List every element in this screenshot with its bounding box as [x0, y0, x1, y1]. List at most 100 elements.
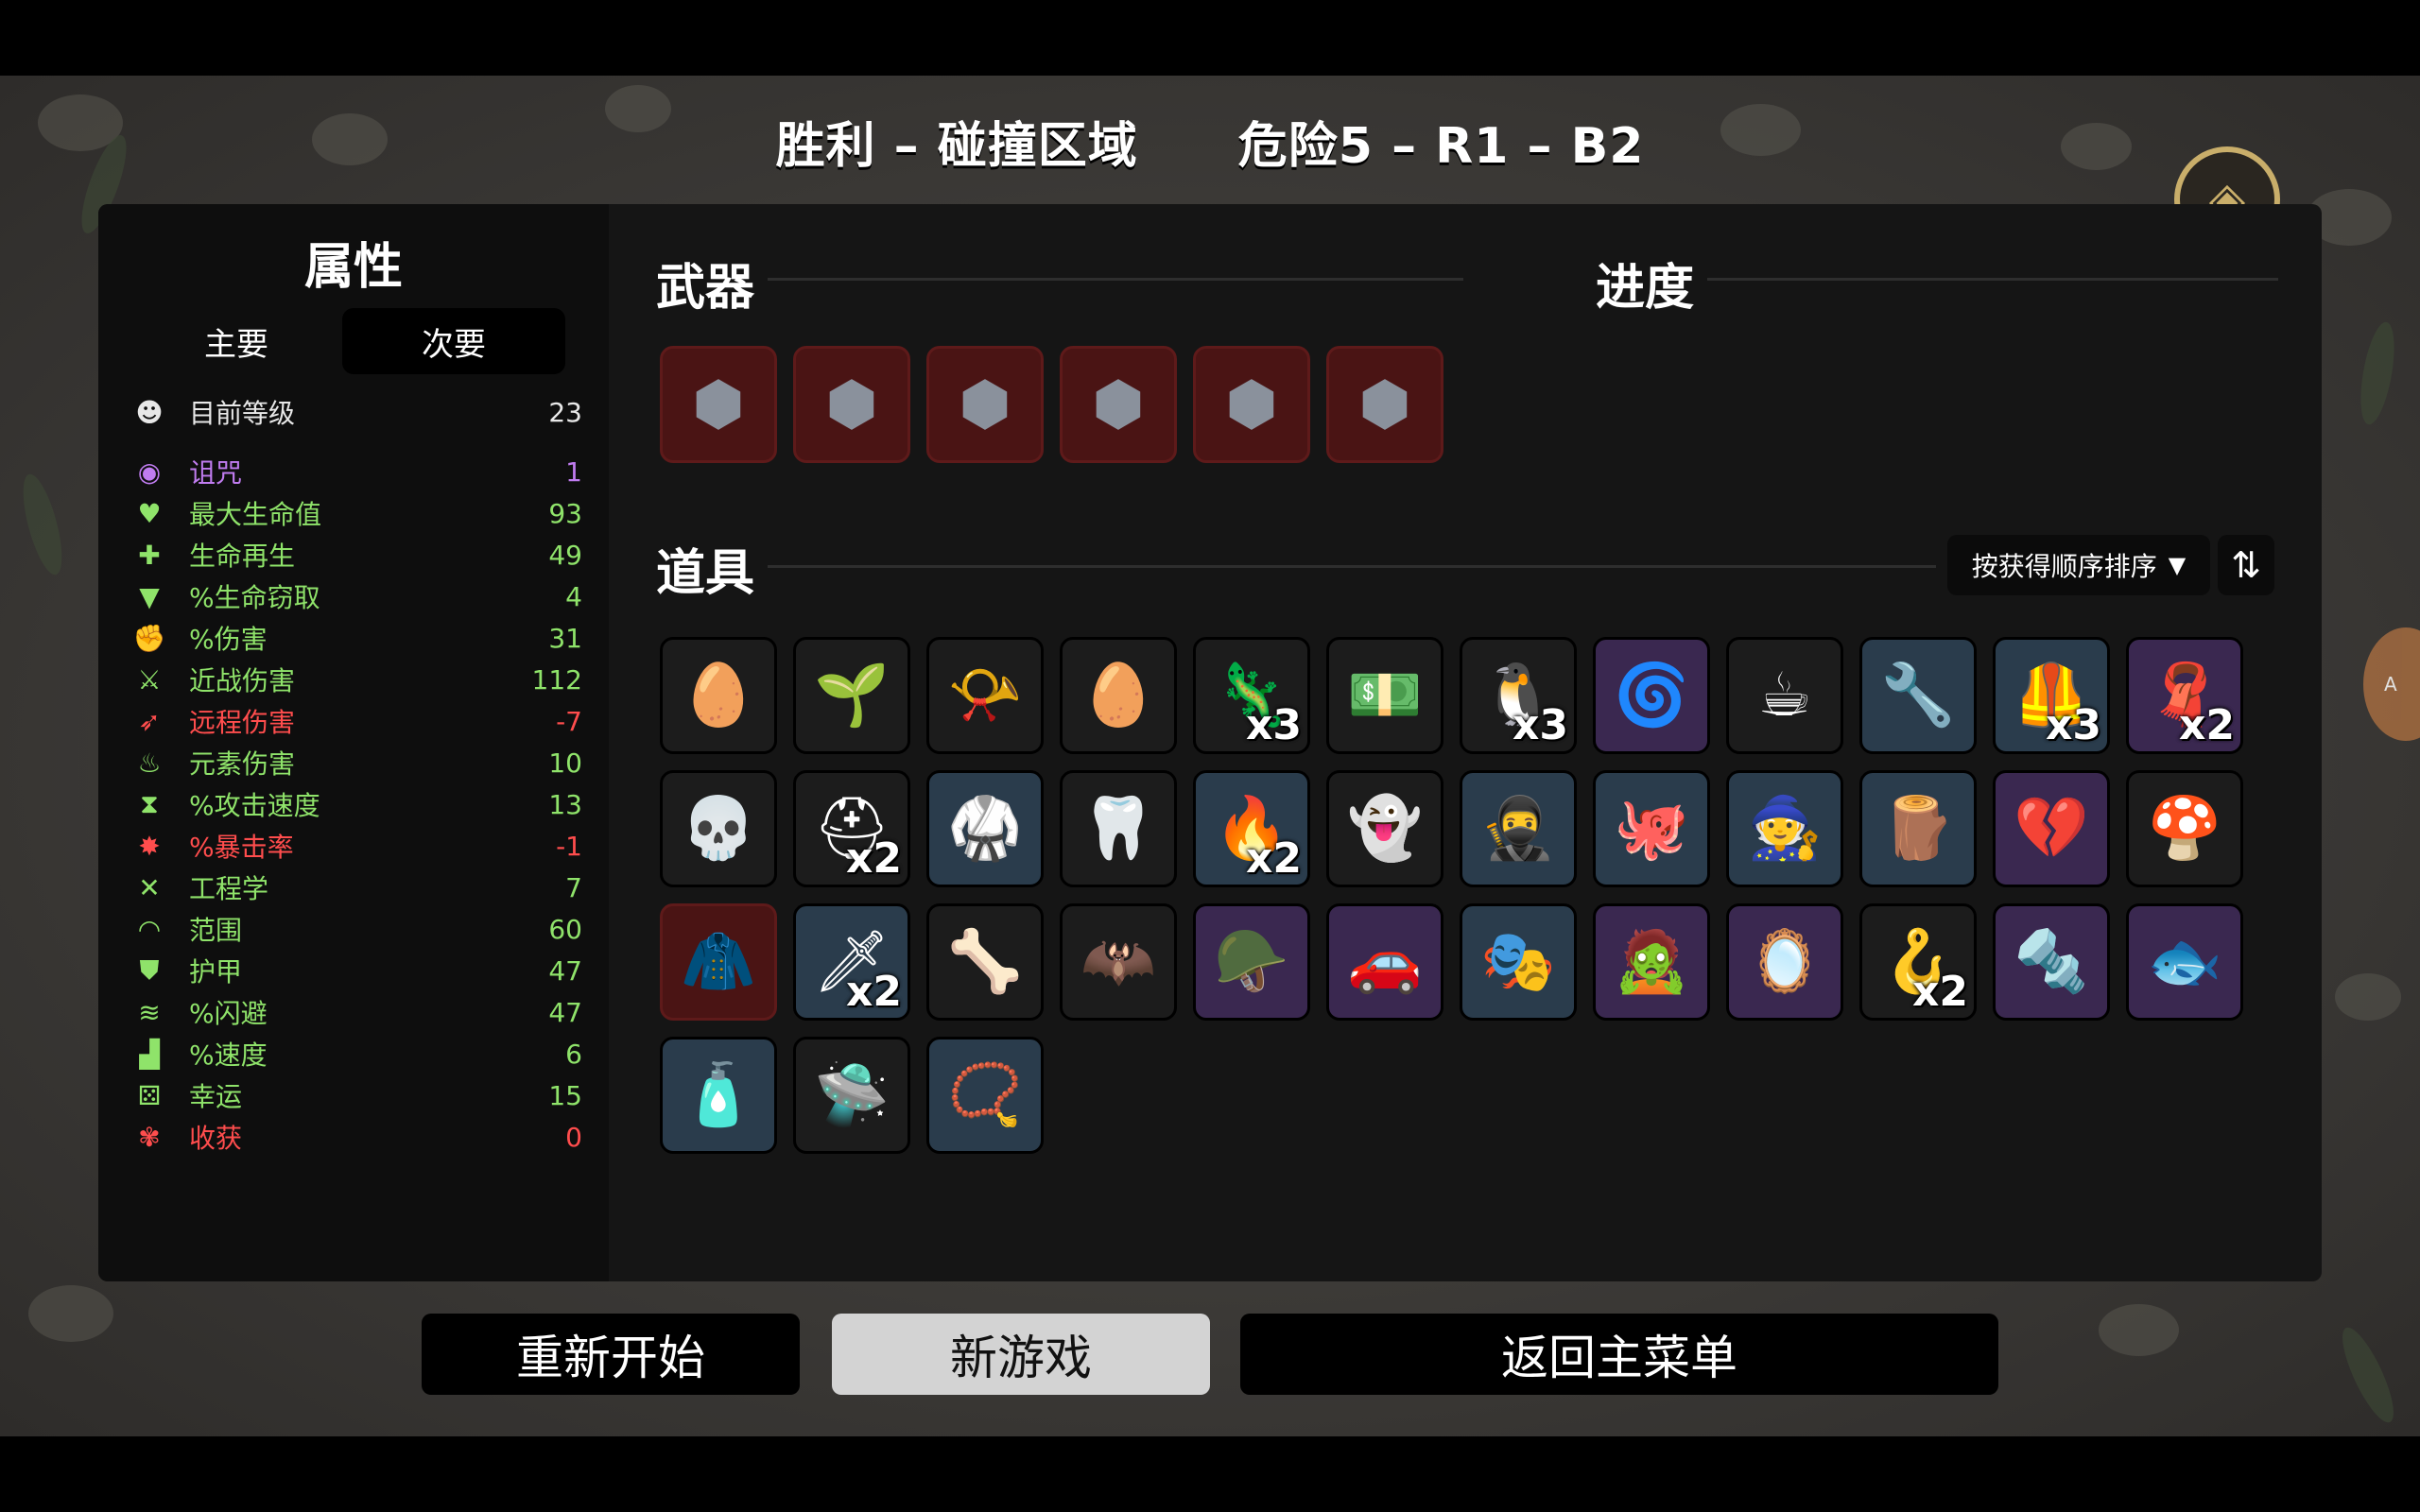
sort-order-select[interactable]: 按获得顺序排序 ▼	[1947, 535, 2210, 595]
stat-value: 47	[548, 996, 582, 1028]
stat-row: ▟ %速度 6	[132, 1034, 582, 1074]
item-count-badge: x2	[1246, 834, 1302, 883]
stat-row: ♥ 最大生命值 93	[132, 493, 582, 533]
stat-value: 93	[548, 497, 582, 529]
item-slot[interactable]: 👻	[1326, 770, 1443, 887]
black-belt-icon: 🥋	[947, 794, 1023, 864]
item-slot[interactable]: 💀	[660, 770, 777, 887]
stat-value: 49	[548, 539, 582, 571]
item-slot[interactable]: 🦴	[926, 903, 1044, 1021]
item-slot[interactable]: 🦺 x3	[1993, 637, 2110, 754]
item-slot[interactable]: ⛑ x2	[793, 770, 910, 887]
stat-value: 1	[565, 455, 582, 488]
fangs-icon: ▼	[139, 580, 160, 612]
stat-name: %速度	[189, 1040, 268, 1071]
item-slot[interactable]: 📿	[926, 1037, 1044, 1154]
item-slot[interactable]: 🔥 x2	[1193, 770, 1310, 887]
items-heading: 道具	[656, 545, 755, 602]
item-count-badge: x3	[2046, 701, 2101, 749]
gold-mask-icon: 🎭	[1480, 927, 1556, 997]
item-slot[interactable]: 🪝 x2	[1859, 903, 1977, 1021]
item-slot[interactable]: 🥋	[926, 770, 1044, 887]
sort-direction-toggle[interactable]: ⇅	[2218, 535, 2274, 595]
item-slot[interactable]: 🍄	[2126, 770, 2243, 887]
weapon-slot[interactable]: ⬢	[926, 346, 1044, 463]
item-slot[interactable]: 🔧	[1859, 637, 1977, 754]
dice-icon: ⚄	[137, 1079, 162, 1111]
restart-button[interactable]: 重新开始	[422, 1314, 800, 1395]
egg-mustache-icon: 🥚	[681, 661, 756, 730]
main-menu-button[interactable]: 返回主菜单	[1240, 1314, 1998, 1395]
goat-skull-icon: 💀	[681, 794, 756, 864]
screw-icon: 🔩	[2014, 927, 2089, 997]
ninja-ball-icon: 🥷	[1480, 794, 1556, 864]
item-slot[interactable]: 🦎 x3	[1193, 637, 1310, 754]
stat-row: ✸ %暴击率 -1	[132, 826, 582, 866]
item-count-badge: x3	[1246, 701, 1302, 749]
weapon-slot[interactable]: ⬢	[660, 346, 777, 463]
weapons-divider	[768, 278, 1463, 281]
tab-main-stats[interactable]: 主要	[125, 308, 348, 374]
item-slot[interactable]: 💔	[1993, 770, 2110, 887]
tab-secondary-stats[interactable]: 次要	[342, 308, 565, 374]
rock-weapon-icon: ⬢	[1225, 369, 1278, 439]
item-slot[interactable]: 🛸	[793, 1037, 910, 1154]
item-slot[interactable]: 🦷	[1060, 770, 1177, 887]
stats-heading: 属性	[303, 239, 403, 296]
weapons-heading: 武器	[656, 260, 755, 317]
item-slot[interactable]: 🔩	[1993, 903, 2110, 1021]
item-slot[interactable]: 🚗	[1326, 903, 1443, 1021]
top-black-bar	[0, 0, 2420, 76]
weapon-slot[interactable]: ⬢	[1193, 346, 1310, 463]
item-slot[interactable]: 🐙	[1593, 770, 1710, 887]
item-slot[interactable]: 🧙	[1726, 770, 1843, 887]
item-slot[interactable]: 🌀	[1593, 637, 1710, 754]
item-slot[interactable]: 🪵	[1859, 770, 1977, 887]
stat-name: 目前等级	[189, 398, 296, 429]
stat-name: 护甲	[189, 956, 243, 988]
weapon-slot[interactable]: ⬢	[793, 346, 910, 463]
rock-weapon-icon: ⬢	[1358, 369, 1411, 439]
item-slot[interactable]: 🧟	[1593, 903, 1710, 1021]
item-slot[interactable]: 🧴	[660, 1037, 777, 1154]
items-divider	[768, 565, 1936, 568]
item-slot[interactable]: 🎭	[1460, 903, 1577, 1021]
item-slot[interactable]: 🦇	[1060, 903, 1177, 1021]
red-cape-icon: 🧥	[681, 927, 756, 997]
weapon-slot[interactable]: ⬢	[1060, 346, 1177, 463]
bat-icon: 🦇	[1080, 927, 1156, 997]
boot-icon: ▟	[139, 1038, 160, 1070]
item-slot[interactable]: 📯	[926, 637, 1044, 754]
item-slot[interactable]: 🥚	[660, 637, 777, 754]
item-slot[interactable]: 🐧 x3	[1460, 637, 1577, 754]
stat-value: 23	[548, 396, 582, 428]
stat-name: %暴击率	[189, 832, 294, 863]
mushroom-icon: 🍄	[2147, 794, 2222, 864]
hourglass-icon: ⧗	[140, 788, 159, 819]
item-slot[interactable]: 🥚	[1060, 637, 1177, 754]
new-game-button[interactable]: 新游戏	[832, 1314, 1210, 1395]
item-slot[interactable]: ☕	[1726, 637, 1843, 754]
item-slot[interactable]: 🌱	[793, 637, 910, 754]
item-slot[interactable]: 🥷	[1460, 770, 1577, 887]
stat-name: 最大生命值	[189, 499, 322, 530]
item-slot[interactable]: 🧥	[660, 903, 777, 1021]
zombie-head-icon: 🧟	[1614, 927, 1689, 997]
item-slot[interactable]: 💵	[1326, 637, 1443, 754]
item-slot[interactable]: 🗡 x2	[793, 903, 910, 1021]
sort-arrows-icon: ⇅	[2231, 544, 2261, 586]
sword-icon: ⚔	[137, 663, 162, 696]
item-slot[interactable]: 🪞	[1726, 903, 1843, 1021]
weapon-slot[interactable]: ⬢	[1326, 346, 1443, 463]
progress-divider	[1707, 278, 2278, 281]
stat-value: -1	[556, 830, 582, 862]
wrench-icon: ✕	[138, 871, 161, 903]
item-count-badge: x2	[1912, 968, 1968, 1016]
stat-value: 4	[565, 580, 582, 612]
item-slot[interactable]: 🪖	[1193, 903, 1310, 1021]
item-slot[interactable]: 🧣 x2	[2126, 637, 2243, 754]
rock-weapon-icon: ⬢	[959, 369, 1011, 439]
item-count-badge: x2	[846, 834, 902, 883]
hover-car-icon: 🛸	[814, 1060, 890, 1130]
item-slot[interactable]: 🐟	[2126, 903, 2243, 1021]
